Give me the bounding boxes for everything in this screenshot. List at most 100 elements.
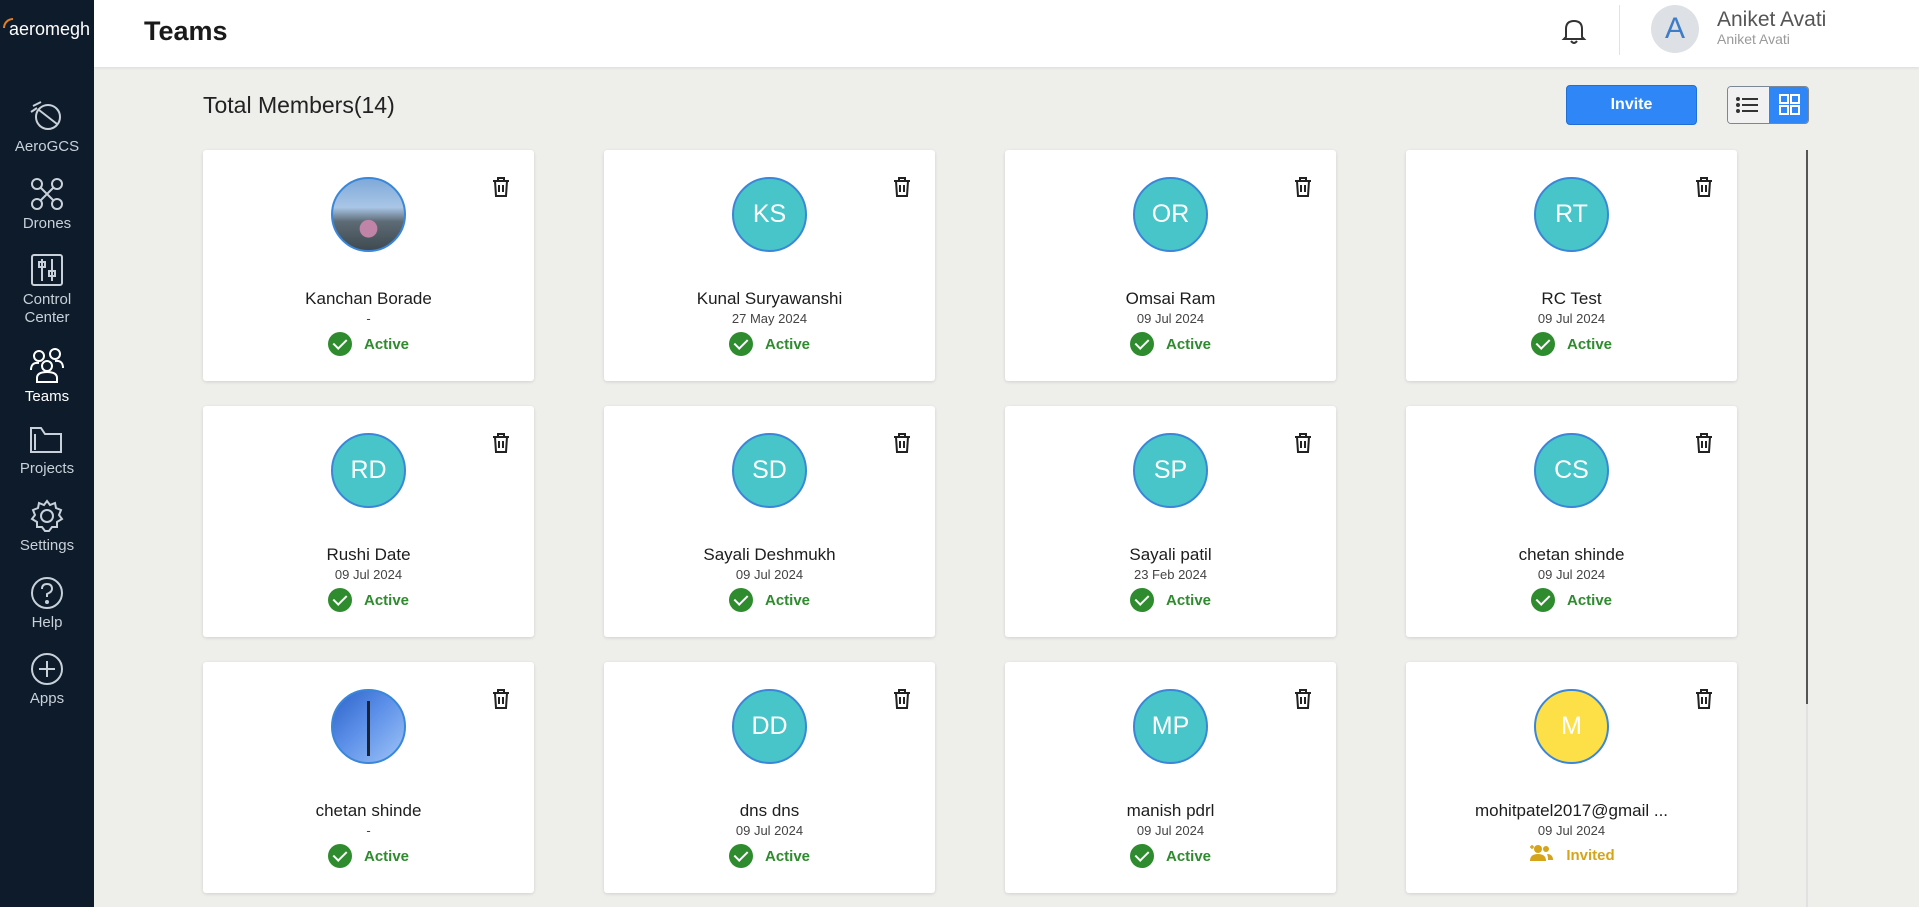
member-avatar: RD (331, 433, 406, 508)
check-circle-icon (327, 844, 352, 868)
member-date: 09 Jul 2024 (334, 567, 403, 582)
grid-view-button[interactable] (1769, 87, 1808, 123)
sidebar-item-label: Teams (24, 388, 70, 405)
status-label: Active (363, 335, 410, 353)
check-circle-icon (1129, 844, 1154, 868)
aeromegh-logo[interactable]: aeromegh (2, 18, 94, 42)
member-name: Sayali patil (1129, 545, 1212, 564)
trash-icon[interactable] (892, 688, 912, 715)
sidebar-item-projects[interactable]: Projects (0, 424, 94, 478)
member-name: mohitpatel2017@gmail ... (1474, 801, 1669, 820)
member-name: Omsai Ram (1125, 289, 1216, 308)
trash-icon[interactable] (892, 176, 912, 203)
trash-icon[interactable] (491, 176, 511, 203)
trash-icon[interactable] (892, 432, 912, 459)
member-card[interactable]: MP manish pdrl 09 Jul 2024 Active (1005, 662, 1336, 893)
sidebar-item-teams[interactable]: Teams (0, 346, 94, 406)
member-card[interactable]: OR Omsai Ram 09 Jul 2024 Active (1005, 150, 1336, 381)
sidebar-item-aerogcs[interactable]: AeroGCS (0, 100, 94, 156)
member-name: Kanchan Borade (305, 289, 432, 308)
satellite-dish-icon (30, 101, 61, 130)
member-card[interactable]: Mmohitpatel2017@gmail ... 09 Jul 2024 Invi… (1406, 662, 1737, 893)
notification-bell-icon[interactable] (1561, 17, 1587, 50)
member-avatar: DD (732, 689, 807, 764)
invited-users-icon (1528, 844, 1554, 866)
member-date: - (366, 311, 371, 326)
status-badge: Active (1005, 588, 1336, 616)
gear-icon (30, 499, 64, 532)
member-avatar: OR (1133, 177, 1208, 252)
sidebar-item-control-center[interactable]: Control Center (0, 253, 94, 327)
folder-icon (30, 427, 62, 453)
sidebar-item-label: Drones (22, 215, 72, 232)
trash-icon[interactable] (1694, 176, 1714, 203)
user-avatar[interactable]: A (1651, 5, 1699, 53)
check-circle-icon (1530, 588, 1555, 612)
sidebar-item-label: Help (31, 614, 63, 631)
member-avatar: SD (732, 433, 807, 508)
status-label: Invited (1566, 846, 1615, 864)
trash-icon[interactable] (1694, 432, 1714, 459)
status-label: Active (363, 847, 410, 865)
sidebar-item-drones[interactable]: Drones (0, 177, 94, 233)
member-date: 09 Jul 2024 (1537, 567, 1606, 582)
trash-icon[interactable] (1694, 688, 1714, 715)
list-view-button[interactable] (1728, 87, 1768, 123)
plus-circle-icon (31, 653, 63, 685)
member-avatar: MP (1133, 689, 1208, 764)
member-avatar: SP (1133, 433, 1208, 508)
member-card[interactable]: RD Rushi Date 09 Jul 2024 Active (203, 406, 534, 637)
member-card[interactable]: SP Sayali patil 23 Feb 2024 Active (1005, 406, 1336, 637)
check-circle-icon (327, 332, 352, 356)
member-name: Sayali Deshmukh (703, 545, 836, 564)
sidebar-item-label: Control Center (22, 291, 72, 326)
member-card[interactable]: DD dns dns 09 Jul 2024 Active (604, 662, 935, 893)
sidebar: aeromegh AeroGCS Drones Control Center T… (0, 0, 94, 907)
member-name: Rushi Date (326, 545, 411, 564)
check-circle-icon (1129, 588, 1154, 612)
member-name: chetan shinde (315, 801, 422, 820)
logo-text: aeromegh (9, 19, 91, 39)
sidebar-item-apps[interactable]: Apps (0, 652, 94, 708)
member-name: Kunal Suryawanshi (696, 289, 843, 308)
total-members-label: Total Members(14) (203, 92, 395, 118)
sidebar-item-settings[interactable]: Settings (0, 499, 94, 555)
member-name: RC Test (1541, 289, 1602, 308)
member-date: 23 Feb 2024 (1133, 567, 1207, 582)
member-date: - (366, 823, 371, 838)
status-badge: Active (203, 588, 534, 616)
status-badge: Active (604, 588, 935, 616)
scrollbar-thumb[interactable] (1806, 150, 1808, 704)
member-date: 09 Jul 2024 (1537, 823, 1606, 838)
invite-button[interactable]: Invite (1566, 85, 1697, 125)
member-date: 27 May 2024 (731, 311, 808, 326)
member-card[interactable]: CS chetan shinde 09 Jul 2024 Active (1406, 406, 1737, 637)
trash-icon[interactable] (1293, 688, 1313, 715)
sidebar-item-help[interactable]: Help (0, 576, 94, 632)
trash-icon[interactable] (491, 432, 511, 459)
view-toggle (1727, 86, 1809, 124)
check-circle-icon (728, 332, 753, 356)
member-card[interactable]: SD Sayali Deshmukh 09 Jul 2024 Active (604, 406, 935, 637)
member-card[interactable]: Kanchan Borade - Active (203, 150, 534, 381)
member-date: 09 Jul 2024 (1136, 823, 1205, 838)
member-card[interactable]: chetan shinde - Active (203, 662, 534, 893)
list-icon (1736, 97, 1758, 113)
member-date: 09 Jul 2024 (735, 823, 804, 838)
status-badge: Active (1406, 588, 1737, 616)
member-avatar: CS (1534, 433, 1609, 508)
trash-icon[interactable] (491, 688, 511, 715)
sidebar-item-label: Apps (29, 690, 65, 707)
trash-icon[interactable] (1293, 176, 1313, 203)
user-name[interactable]: Aniket Avati (1717, 8, 1826, 32)
sidebar-item-label: Settings (19, 537, 75, 554)
status-label: Active (764, 335, 811, 353)
header-divider (1619, 5, 1620, 55)
trash-icon[interactable] (1293, 432, 1313, 459)
top-header: Teams A Aniket Avati Aniket Avati (94, 0, 1919, 67)
member-card[interactable]: RT RC Test 09 Jul 2024 Active (1406, 150, 1737, 381)
status-label: Active (1566, 335, 1613, 353)
member-date: 09 Jul 2024 (1537, 311, 1606, 326)
grid-icon (1779, 94, 1800, 115)
member-card[interactable]: KS Kunal Suryawanshi 27 May 2024 Active (604, 150, 935, 381)
